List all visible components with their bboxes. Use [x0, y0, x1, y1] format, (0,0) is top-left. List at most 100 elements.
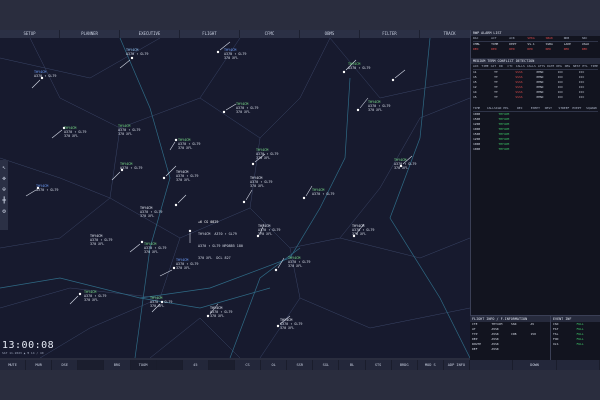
aircraft-label[interactable]: THY4CM A370 ↑ GL79 370 XFL	[256, 148, 278, 160]
menu-planner[interactable]: PLANNER	[60, 30, 120, 38]
flight-info-table[interactable]: CTE THY4CM SSR A5 AT A5SK TYP A5SK CDB 150 DEP A…	[470, 322, 550, 352]
btn-mute[interactable]: MUTE	[0, 360, 27, 370]
btn-cs[interactable]: CS	[235, 360, 262, 370]
aircraft-xfl: 370 XFL	[258, 232, 273, 236]
btn-sts[interactable]: STS	[366, 360, 392, 370]
aircraft-xfl: 370 XFL	[352, 232, 367, 236]
conflict-row[interactable]: 15 TT SSSS PPNC CCC CCC	[473, 95, 598, 100]
aircraft-label[interactable]: THY4CM A370 ↑ GL79 370 XFL	[176, 258, 198, 270]
flight-row[interactable]: 1000 THY4CM	[473, 147, 598, 152]
btn-ssr[interactable]: SSR	[287, 360, 314, 370]
aircraft-label[interactable]: THY4CM A370 ↑ GL79 370 XFL	[250, 176, 272, 188]
aircraft-label[interactable]: THY4CM A370 ↑ GL79 370 XFL	[224, 48, 246, 60]
rb-btn-1[interactable]	[470, 360, 514, 370]
btn-brg[interactable]: BRG	[104, 360, 131, 370]
rb-btn-down[interactable]: DOWN	[513, 360, 557, 370]
aircraft-xfl: 370 XFL	[176, 266, 191, 270]
radar-display[interactable]: THY4CM A370 ↑ GL79 THY4CM A370 ↑ GL79 THY4…	[0, 38, 470, 358]
zoom-icon[interactable]: ⊕	[2, 186, 6, 193]
selected-aircraft-block[interactable]: +6 CG 0829 THY4CM A370 ↑ GL79 A370 ↑ GL7…	[198, 212, 243, 268]
rb-btn-3[interactable]	[557, 360, 600, 370]
aircraft-label[interactable]: THY4CM A370 ↑ GL79 370 XFL	[368, 100, 390, 112]
aircraft-label[interactable]: THY4CM A370 ↑ GL79 370 XFL	[258, 224, 280, 236]
aircraft-label[interactable]: THY4CM A370 ↑ GL79 370 XFL	[394, 158, 416, 170]
selected-line-4: 370 XFL DCL 827	[198, 256, 231, 260]
aircraft-label[interactable]: THY4CM A370 ↑ GL79 370 XFL	[210, 306, 232, 318]
aircraft-xfl: 370 XFL	[144, 250, 159, 254]
aircraft-label[interactable]: THY4CM A370 ↑ GL79 370 XFL	[236, 102, 258, 114]
flight-list[interactable]: TIME CALLSIGN PEL REC EXEPT DEST STREEF …	[471, 106, 600, 152]
move-icon[interactable]: ✥	[2, 175, 6, 182]
btn-ol[interactable]: OL	[261, 360, 288, 370]
conflict-table[interactable]: ACK TIME CAT DR CTC CALLS CALLS ATYS DAT…	[471, 64, 600, 100]
btn-sgl[interactable]: SGL	[313, 360, 340, 370]
btn-blank-3[interactable]	[208, 360, 235, 370]
aircraft-label[interactable]: THY4CM A370 ↑ GL79	[126, 48, 148, 56]
alarm-cell: RED	[509, 47, 515, 51]
event-table[interactable]: CSD FULL FAT FULL TSL FULL FOD FULL OLS FULL	[551, 322, 600, 347]
btn-adp-info[interactable]: ADP INFO	[444, 360, 470, 370]
flight-col: SQUAWK	[586, 106, 597, 110]
flight-col: STREEF	[558, 106, 570, 110]
btn-brdg[interactable]: BRDG	[392, 360, 418, 370]
menu-setup[interactable]: SETUP	[0, 30, 60, 38]
menu-cfmc[interactable]: CFMC	[240, 30, 300, 38]
conflict-cell: TT	[494, 95, 498, 99]
aircraft-level: A370 ↑ GL79	[36, 188, 59, 192]
conflict-col: DATE	[547, 64, 555, 68]
aircraft-label[interactable]: THY4CM A370 ↑ GL79 370 XFL	[84, 290, 106, 302]
btn-mod-s[interactable]: MOD S	[418, 360, 444, 370]
alarm-cell: SPKA	[527, 36, 535, 40]
aircraft-level: A370 ↑ GL79	[348, 66, 371, 70]
conflict-col: ACK	[473, 64, 479, 68]
aircraft-xfl: 370 XFL	[210, 314, 225, 318]
btn-blank-2[interactable]	[156, 360, 183, 370]
conflict-col: CALLS	[526, 64, 536, 68]
flight-cell	[549, 147, 572, 152]
btn-zoom[interactable]: TOOM	[130, 360, 157, 370]
alarm-cell: SBAK	[545, 36, 553, 40]
conflict-cell: 15	[473, 95, 477, 99]
aircraft-label[interactable]: THY4CM A370 ↑ GL79	[312, 188, 334, 196]
btn-blank-1[interactable]	[78, 360, 105, 370]
flight-info-row: DEF A5SK	[472, 347, 548, 352]
alarm-cell: ACT	[491, 36, 497, 40]
menu-obms[interactable]: OBMS	[300, 30, 360, 38]
aircraft-label[interactable]: THY4CM A370 ↑ GL79 370 XFL	[118, 124, 140, 136]
ruler-icon[interactable]: ╋	[2, 197, 6, 204]
menu-filter[interactable]: FILTER	[360, 30, 420, 38]
alarm-cell: RED	[545, 47, 551, 51]
aircraft-label[interactable]: THY4CM A370 ↑ GL79	[120, 162, 142, 170]
conflict-col: TIME	[590, 64, 598, 68]
pointer-icon[interactable]: ↖	[2, 164, 6, 171]
aircraft-label[interactable]: THY4CM A370 ↑ GL79 370 XFL	[150, 296, 172, 308]
aircraft-label[interactable]: THY4CM A370 ↑ GL79	[348, 62, 370, 70]
btn-45[interactable]: 45	[183, 360, 209, 370]
alarm-cell: ACK	[509, 36, 515, 40]
fi-cell: A5SK	[491, 347, 499, 351]
btn-bl[interactable]: BL	[339, 360, 366, 370]
aircraft-label[interactable]: THY4CM A370 ↑ GL79 370 XFL	[280, 318, 302, 330]
aircraft-label[interactable]: THY4CM A370 ↑ GL79	[34, 70, 56, 78]
alarm-list[interactable]: RAC ACT ACK SPKA SBAK RDB SRC CMBL TIME …	[471, 36, 600, 52]
aircraft-label[interactable]: THY4CM A370 ↑ GL79 370 XFL	[352, 224, 374, 236]
alarm-cell: RED	[581, 47, 588, 51]
btn-mur[interactable]: MUR	[26, 360, 53, 370]
aircraft-label[interactable]: THY4CM A370 ↑ GL79 370 XFL	[288, 256, 310, 268]
system-clock: 13:00:08 SAT 11.2023 ▲ ▼ 14 / 40	[2, 340, 54, 355]
aircraft-label[interactable]: THY4CM A370 ↑ GL79 370 XFL	[140, 206, 162, 218]
alarm-row[interactable]: RED RED RED RED RED RED RED	[473, 47, 598, 52]
aircraft-label[interactable]: THY4CM A370 ↑ GL79 370 XFL	[90, 234, 112, 246]
conflict-col: ETL	[582, 64, 588, 68]
aircraft-label[interactable]: THY4CM A370 ↑ GL79 370 XFL	[178, 138, 200, 150]
menu-flight[interactable]: FLIGHT	[180, 30, 240, 38]
aircraft-label[interactable]: THY4CM A370 ↑ GL79	[36, 184, 58, 192]
aircraft-label[interactable]: THY4CM A370 ↑ GL79 370 XFL	[64, 126, 86, 138]
flight-col: TIME	[473, 106, 481, 110]
aircraft-label[interactable]: THY4CM A370 ↑ GL79 370 XFL	[144, 242, 166, 254]
aircraft-label[interactable]: THY4CM A370 ↑ GL79 370 XFL	[176, 170, 198, 182]
aircraft-xfl: 370 XFL	[178, 146, 193, 150]
menu-executive[interactable]: EXECUTIVE	[120, 30, 180, 38]
btn-dse[interactable]: DSE	[52, 360, 79, 370]
settings-icon[interactable]: ⚙	[2, 208, 6, 215]
